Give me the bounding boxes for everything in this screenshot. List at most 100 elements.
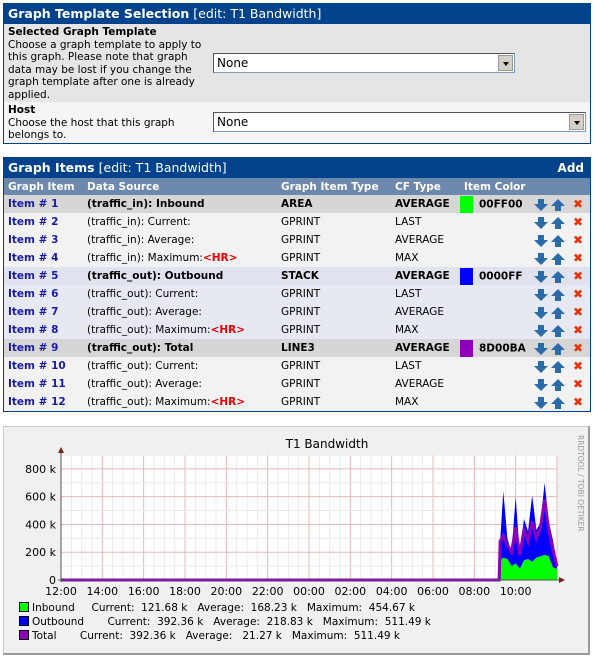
move-down-icon[interactable] (534, 379, 548, 391)
delete-icon[interactable]: ✖ (573, 395, 583, 409)
table-row: Item # 2 (traffic_in): Current: GPRINT LAST… (4, 213, 590, 231)
item-link[interactable]: Item # 8 (8, 324, 58, 336)
graph-item-type: GPRINT (277, 357, 391, 375)
move-up-icon[interactable] (551, 397, 565, 409)
x-tick-label: 20:00 (210, 585, 242, 597)
move-up-icon[interactable] (551, 253, 565, 265)
graph-item-type: GPRINT (277, 321, 391, 339)
graph-item-type: STACK (277, 267, 391, 285)
move-up-icon[interactable] (551, 325, 565, 337)
data-source: (traffic_out): Total (87, 342, 194, 354)
cf-type: MAX (391, 249, 460, 267)
move-down-icon[interactable] (534, 253, 548, 265)
move-up-icon[interactable] (551, 217, 565, 229)
item-link[interactable]: Item # 1 (8, 198, 58, 210)
x-tick-label: 00:00 (293, 585, 325, 597)
move-down-icon[interactable] (534, 325, 548, 337)
graph-item-type: GPRINT (277, 303, 391, 321)
chevron-down-icon[interactable] (498, 55, 513, 71)
delete-icon[interactable]: ✖ (573, 269, 583, 283)
cf-type: AVERAGE (391, 231, 460, 249)
field-title: Selected Graph Template (8, 26, 157, 38)
column-header: CF Type (391, 178, 460, 195)
move-up-icon[interactable] (551, 235, 565, 247)
data-source: (traffic_in): Maximum: (87, 252, 203, 264)
item-link[interactable]: Item # 7 (8, 306, 58, 318)
data-source: (traffic_out): Average: (87, 378, 202, 390)
table-row: Item # 4 (traffic_in): Maximum:<HR> GPRINT… (4, 249, 590, 267)
delete-icon[interactable]: ✖ (573, 323, 583, 337)
item-link[interactable]: Item # 4 (8, 252, 58, 264)
move-up-icon[interactable] (551, 307, 565, 319)
table-row: Item # 10 (traffic_out): Current: GPRINT LA… (4, 357, 590, 375)
move-down-icon[interactable] (534, 289, 548, 301)
item-link[interactable]: Item # 9 (8, 342, 58, 354)
cf-type: AVERAGE (391, 195, 460, 213)
move-up-icon[interactable] (551, 343, 565, 355)
cf-type: LAST (391, 357, 460, 375)
x-tick-label: 02:00 (334, 585, 366, 597)
move-up-icon[interactable] (551, 199, 565, 211)
color-hex: 8D00BA (479, 342, 526, 354)
move-up-icon[interactable] (551, 271, 565, 283)
legend-text: Outbound Current: 392.36 k Average: 218.… (32, 616, 431, 628)
delete-icon[interactable]: ✖ (573, 305, 583, 319)
delete-icon[interactable]: ✖ (573, 215, 583, 229)
color-swatch (460, 267, 473, 285)
y-tick-label: 600 k (25, 491, 56, 504)
item-link[interactable]: Item # 11 (8, 378, 66, 390)
move-down-icon[interactable] (534, 199, 548, 211)
graph-template-select[interactable]: None (213, 53, 515, 73)
item-link[interactable]: Item # 2 (8, 216, 58, 228)
chevron-down-icon[interactable] (569, 114, 584, 130)
x-tick-label: 08:00 (458, 585, 490, 597)
move-up-icon[interactable] (551, 361, 565, 373)
graph-item-type: GPRINT (277, 231, 391, 249)
panel-title-text: Graph Template Selection (8, 6, 190, 21)
x-tick-label: 22:00 (252, 585, 284, 597)
move-down-icon[interactable] (534, 343, 548, 355)
select-value: None (217, 115, 249, 129)
data-source: (traffic_out): Outbound (87, 270, 224, 282)
table-row: Item # 12 (traffic_out): Maximum:<HR> GPRI… (4, 393, 590, 411)
delete-icon[interactable]: ✖ (573, 287, 583, 301)
move-down-icon[interactable] (534, 307, 548, 319)
move-down-icon[interactable] (534, 361, 548, 373)
item-link[interactable]: Item # 10 (8, 360, 66, 372)
table-header: Graph Item Data Source Graph Item Type C… (4, 178, 590, 195)
color-swatch (460, 339, 473, 357)
item-link[interactable]: Item # 3 (8, 234, 58, 246)
delete-icon[interactable]: ✖ (573, 377, 583, 391)
delete-icon[interactable]: ✖ (573, 251, 583, 265)
data-source: (traffic_in): Inbound (87, 198, 205, 210)
x-tick-label: 04:00 (376, 585, 408, 597)
host-label: Host Choose the host that this graph bel… (4, 102, 209, 143)
x-tick-label: 10:00 (500, 585, 532, 597)
cf-type: AVERAGE (391, 267, 460, 285)
panel-title-text: Graph Items (8, 160, 95, 175)
data-source: (traffic_out): Maximum: (87, 324, 211, 336)
move-down-icon[interactable] (534, 217, 548, 229)
delete-icon[interactable]: ✖ (573, 233, 583, 247)
add-item-link[interactable]: Add (558, 158, 590, 178)
move-down-icon[interactable] (534, 271, 548, 283)
table-row: Item # 7 (traffic_out): Average: GPRINT AVE… (4, 303, 590, 321)
x-tick-label: 16:00 (128, 585, 160, 597)
move-down-icon[interactable] (534, 397, 548, 409)
move-up-icon[interactable] (551, 289, 565, 301)
item-link[interactable]: Item # 12 (8, 396, 66, 408)
rrdtool-watermark: RRDTOOL / TOBI OETIKER (576, 435, 585, 532)
move-up-icon[interactable] (551, 379, 565, 391)
y-axis-arrow (58, 447, 64, 453)
delete-icon[interactable]: ✖ (573, 359, 583, 373)
host-select[interactable]: None (213, 112, 586, 132)
item-link[interactable]: Item # 5 (8, 270, 58, 282)
data-source: (traffic_in): Current: (87, 216, 191, 228)
legend-entry-total: Total Current: 392.36 k Average: 21.27 k… (19, 630, 400, 642)
move-down-icon[interactable] (534, 235, 548, 247)
hr-marker: <HR> (210, 324, 246, 336)
delete-icon[interactable]: ✖ (573, 197, 583, 211)
delete-icon[interactable]: ✖ (573, 341, 583, 355)
item-link[interactable]: Item # 6 (8, 288, 58, 300)
host-row: Host Choose the host that this graph bel… (4, 102, 590, 143)
